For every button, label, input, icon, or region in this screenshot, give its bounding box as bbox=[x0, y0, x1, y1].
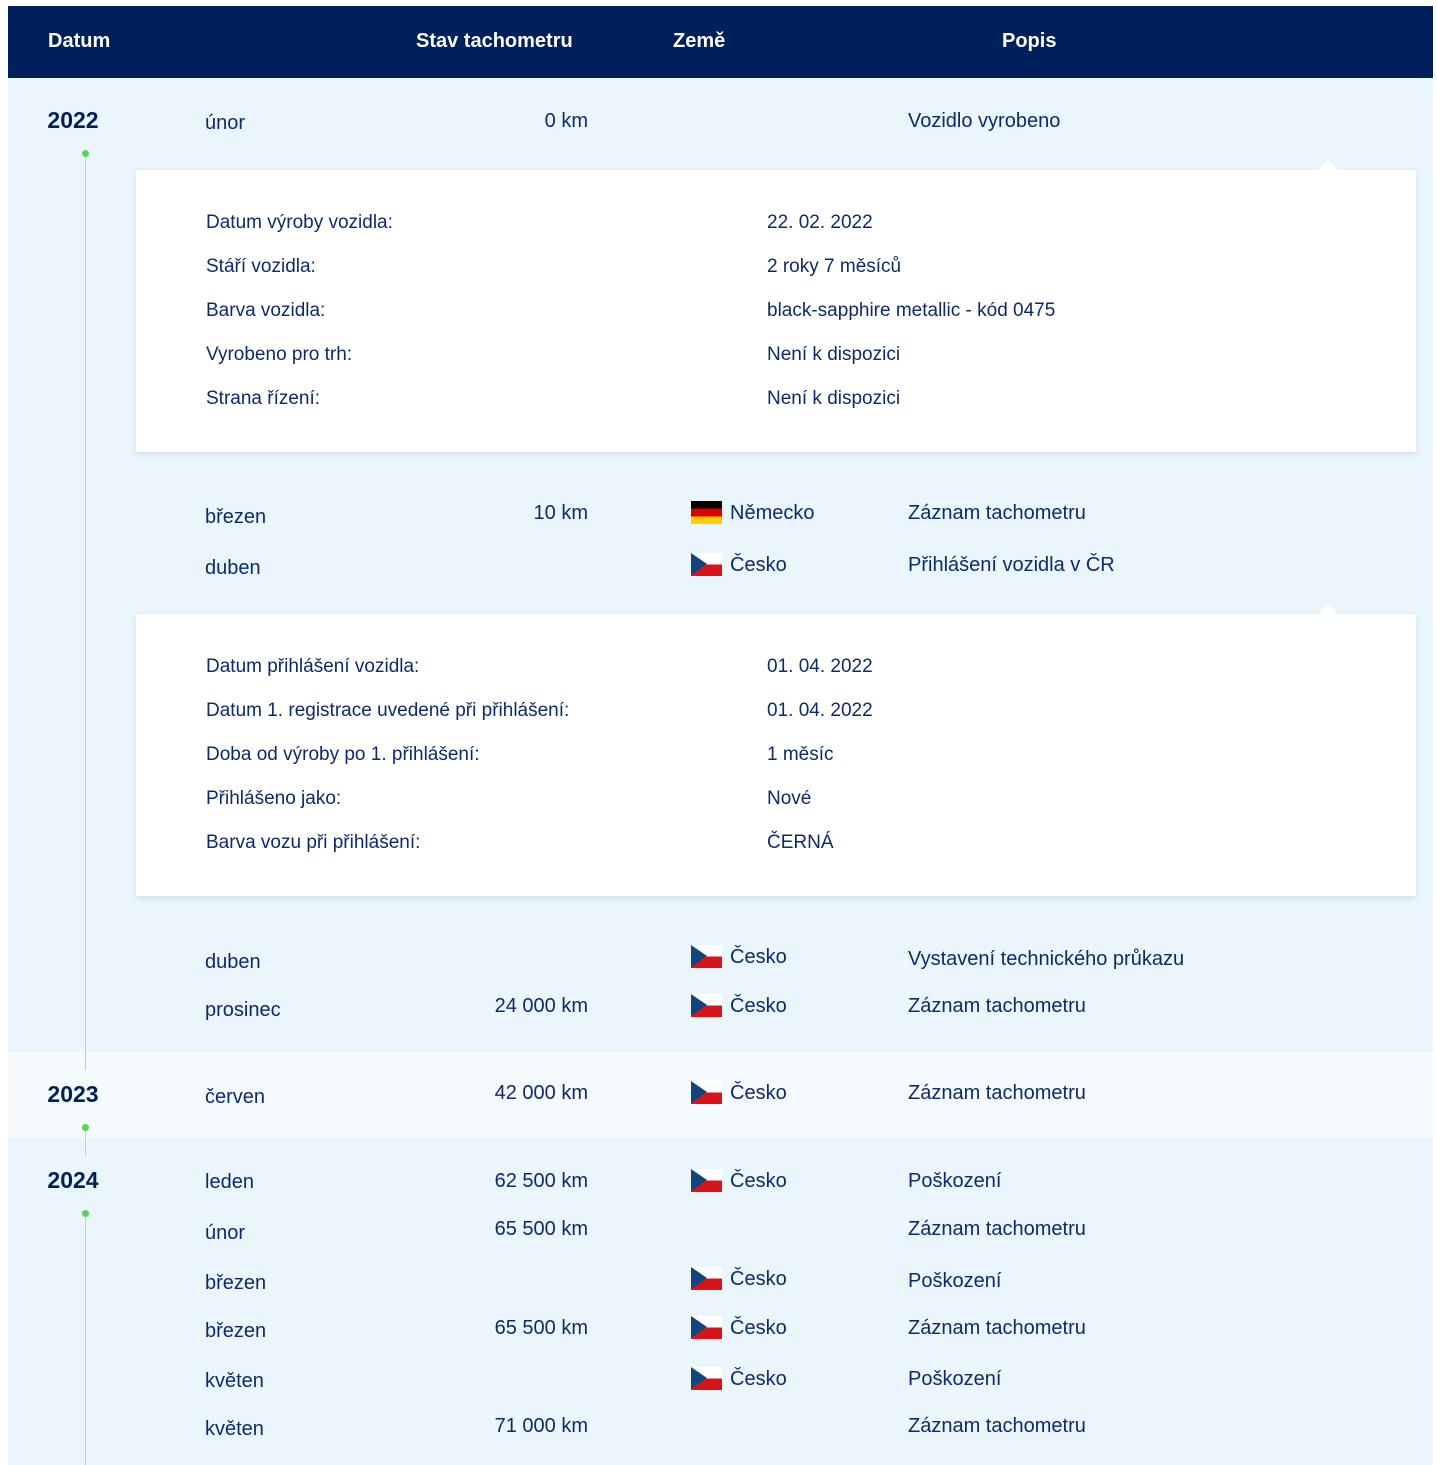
country-name: Česko bbox=[730, 946, 787, 968]
detail-value: 2 roky 7 měsíců bbox=[767, 256, 902, 277]
row-odometer: 62 500 km bbox=[494, 1170, 588, 1192]
column-header-odometer[interactable]: Stav tachometru bbox=[416, 29, 573, 53]
row-country: Česko bbox=[691, 1316, 787, 1340]
detail-value: Nové bbox=[767, 788, 812, 809]
row-description: Záznam tachometru bbox=[908, 1218, 1086, 1240]
panel-pointer bbox=[1318, 160, 1338, 170]
row-description: Záznam tachometru bbox=[908, 1082, 1086, 1104]
row-country: Německo bbox=[691, 501, 814, 525]
column-header-country[interactable]: Země bbox=[673, 29, 725, 53]
detail-value: 22. 02. 2022 bbox=[767, 212, 873, 233]
row-month: duben bbox=[205, 557, 261, 579]
detail-label: Vyrobeno pro trh: bbox=[206, 344, 353, 365]
country-name: Česko bbox=[730, 1170, 787, 1192]
detail-label: Doba od výroby po 1. přihlášení: bbox=[206, 744, 480, 765]
year-label: 2023 bbox=[47, 1081, 99, 1107]
row-odometer: 71 000 km bbox=[494, 1415, 588, 1437]
row-country: Česko bbox=[691, 945, 787, 969]
row-month: březen bbox=[205, 1272, 267, 1294]
czech-flag-icon bbox=[691, 994, 722, 1017]
detail-label: Barva vozu při přihlášení: bbox=[206, 832, 421, 853]
row-description: Vozidlo vyrobeno bbox=[908, 110, 1061, 132]
detail-value: 01. 04. 2022 bbox=[767, 656, 873, 677]
detail-value: Není k dispozici bbox=[767, 344, 901, 365]
row-month: květen bbox=[205, 1370, 264, 1392]
row-month: leden bbox=[205, 1171, 254, 1193]
row-month: červen bbox=[205, 1086, 266, 1108]
czech-flag-icon bbox=[691, 1367, 722, 1390]
detail-value: black-sapphire metallic - kód 0475 bbox=[767, 300, 1056, 321]
timeline-line bbox=[85, 156, 86, 1070]
row-description: Záznam tachometru bbox=[908, 502, 1086, 524]
detail-value: ČERNÁ bbox=[767, 832, 834, 853]
timeline-line bbox=[85, 1130, 86, 1156]
column-header-description[interactable]: Popis bbox=[1002, 29, 1056, 53]
row-odometer: 10 km bbox=[533, 502, 588, 524]
detail-label: Stáří vozidla: bbox=[206, 256, 316, 277]
row-description: Poškození bbox=[908, 1270, 1002, 1292]
row-odometer: 42 000 km bbox=[494, 1082, 588, 1104]
czech-flag-icon bbox=[691, 1081, 722, 1104]
detail-value: Není k dispozici bbox=[767, 388, 901, 409]
row-description: Přihlášení vozidla v ČR bbox=[908, 554, 1115, 576]
year-label: 2024 bbox=[47, 1167, 99, 1193]
row-description: Záznam tachometru bbox=[908, 1415, 1086, 1437]
country-name: Česko bbox=[730, 1268, 787, 1290]
detail-label: Datum přihlášení vozidla: bbox=[206, 656, 420, 677]
country-name: Německo bbox=[730, 502, 815, 524]
row-description: Vystavení technického průkazu bbox=[908, 948, 1185, 970]
detail-label: Datum 1. registrace uvedené při přihláše… bbox=[206, 700, 570, 721]
country-name: Česko bbox=[730, 995, 787, 1017]
row-odometer: 65 500 km bbox=[494, 1218, 588, 1240]
row-description: Záznam tachometru bbox=[908, 995, 1086, 1017]
row-country: Česko bbox=[691, 1367, 787, 1391]
czech-flag-icon bbox=[691, 1316, 722, 1339]
row-odometer: 65 500 km bbox=[494, 1317, 588, 1339]
detail-label: Barva vozidla: bbox=[206, 300, 326, 321]
detail-value: 1 měsíc bbox=[767, 744, 834, 765]
row-odometer: 0 km bbox=[544, 110, 588, 132]
row-description: Poškození bbox=[908, 1368, 1002, 1390]
timeline-line bbox=[85, 1216, 86, 1465]
row-description: Záznam tachometru bbox=[908, 1317, 1086, 1339]
detail-label: Strana řízení: bbox=[206, 388, 321, 409]
country-name: Česko bbox=[730, 554, 787, 576]
czech-flag-icon bbox=[691, 1267, 722, 1290]
row-odometer: 24 000 km bbox=[494, 995, 588, 1017]
detail-label: Datum výroby vozidla: bbox=[206, 212, 393, 233]
row-country: Česko bbox=[691, 1081, 787, 1105]
production-details-panel: Datum výroby vozidla: 22. 02. 2022 Stáří… bbox=[136, 160, 1416, 452]
row-month: květen bbox=[205, 1418, 264, 1440]
germany-flag-icon bbox=[691, 501, 722, 524]
column-header-date[interactable]: Datum bbox=[48, 29, 110, 53]
country-name: Česko bbox=[730, 1317, 787, 1339]
row-month: březen bbox=[205, 1320, 267, 1342]
czech-flag-icon bbox=[691, 1169, 722, 1192]
registration-details-panel: Datum přihlášení vozidla: 01. 04. 2022 D… bbox=[136, 604, 1416, 896]
row-month: prosinec bbox=[205, 999, 281, 1021]
timeline-dot bbox=[82, 1124, 89, 1131]
detail-label: Přihlášeno jako: bbox=[206, 788, 342, 809]
country-name: Česko bbox=[730, 1082, 787, 1104]
row-month: březen bbox=[205, 506, 267, 528]
row-month: únor bbox=[205, 1222, 246, 1244]
czech-flag-icon bbox=[691, 553, 722, 576]
row-country: Česko bbox=[691, 994, 787, 1018]
row-month: duben bbox=[205, 951, 261, 973]
detail-value: 01. 04. 2022 bbox=[767, 700, 873, 721]
czech-flag-icon bbox=[691, 945, 722, 968]
panel-pointer bbox=[1318, 604, 1338, 614]
year-label: 2022 bbox=[47, 107, 99, 133]
timeline-dot bbox=[82, 150, 89, 157]
row-description: Poškození bbox=[908, 1170, 1002, 1192]
row-country: Česko bbox=[691, 553, 787, 577]
row-country: Česko bbox=[691, 1267, 787, 1291]
row-country: Česko bbox=[691, 1169, 787, 1193]
table-header: Datum Stav tachometru Země Popis bbox=[8, 6, 1433, 78]
country-name: Česko bbox=[730, 1368, 787, 1390]
timeline-dot bbox=[82, 1210, 89, 1217]
row-month: únor bbox=[205, 112, 246, 134]
